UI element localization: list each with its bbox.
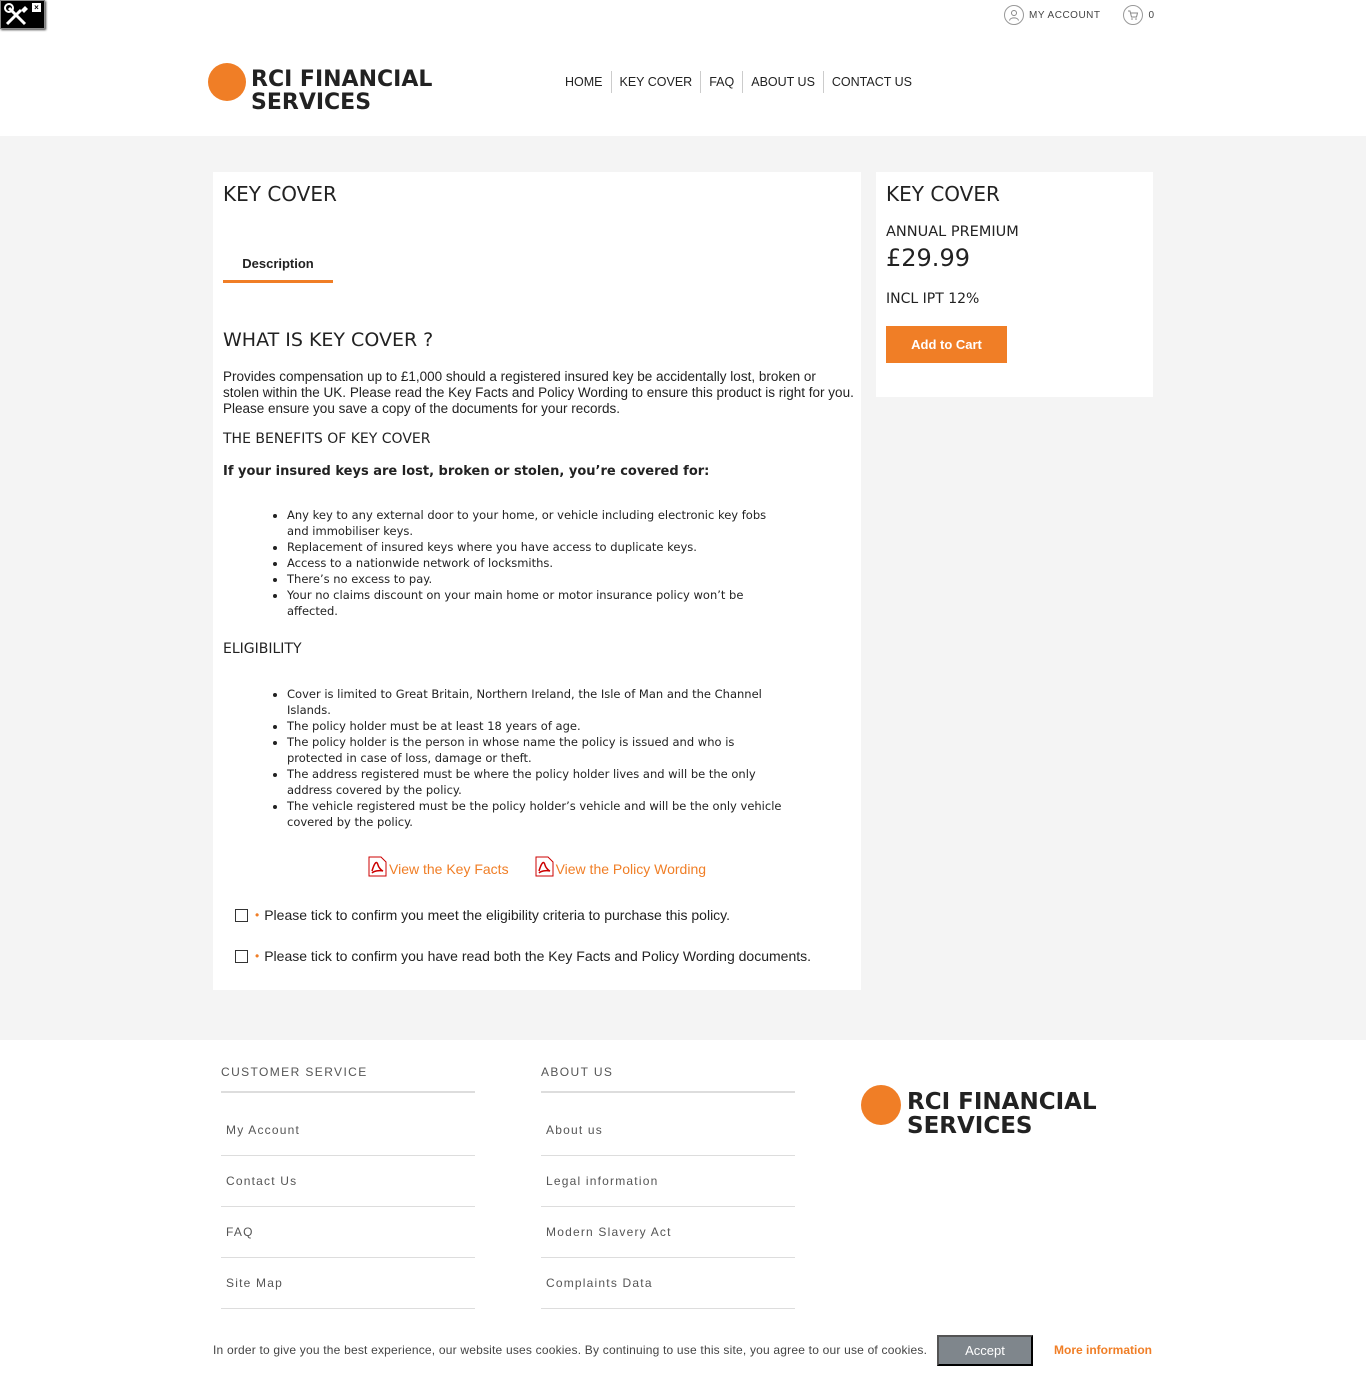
footer-link-my-account[interactable]: My Account <box>221 1093 475 1156</box>
header-logo[interactable]: RCI FINANCIAL SERVICES <box>208 50 432 114</box>
eligibility-heading: ELIGIBILITY <box>223 641 302 657</box>
list-item: The policy holder must be at least 18 ye… <box>287 718 787 734</box>
list-item: Your no claims discount on your main hom… <box>287 587 787 619</box>
footer-logo: RCI FINANCIAL SERVICES <box>861 1072 1097 1138</box>
intro-text: Provides compensation up to £1,000 shoul… <box>223 369 854 416</box>
documents-confirm-label: Please tick to confirm you have read bot… <box>264 948 812 964</box>
footer-link-faq[interactable]: FAQ <box>221 1207 475 1258</box>
list-item: The address registered must be where the… <box>287 766 787 798</box>
main-nav: HOME KEY COVER FAQ ABOUT US CONTACT US <box>557 71 920 93</box>
pdf-icon <box>368 856 387 877</box>
list-item: The policy holder is the person in whose… <box>287 734 787 766</box>
footer-customer-service: CUSTOMER SERVICE My Account Contact Us F… <box>221 1065 475 1309</box>
my-account-link[interactable]: MY ACCOUNT <box>1004 5 1101 25</box>
footer-link-legal[interactable]: Legal information <box>541 1156 795 1207</box>
list-item: The vehicle registered must be the polic… <box>287 798 787 830</box>
my-account-label: MY ACCOUNT <box>1029 9 1101 21</box>
footer-link-complaints[interactable]: Complaints Data <box>541 1258 795 1309</box>
pdf-icon <box>535 856 554 877</box>
product-title: KEY COVER <box>223 182 337 206</box>
cart-icon <box>1122 5 1143 25</box>
list-item: Replacement of insured keys where you ha… <box>287 539 787 555</box>
policy-wording-label: View the Policy Wording <box>555 861 707 877</box>
eligibility-confirm-label: Please tick to confirm you meet the elig… <box>264 907 731 923</box>
logo-dot <box>208 63 246 102</box>
covered-for-text: If your insured keys are lost, broken or… <box>223 464 710 479</box>
cart-link[interactable]: 0 <box>1122 5 1155 25</box>
cookie-more-link[interactable]: More information <box>1054 1343 1152 1357</box>
documents-checkbox[interactable] <box>235 949 248 963</box>
cookie-message: In order to give you the best experience… <box>213 1343 928 1357</box>
tools-icon <box>4 3 28 26</box>
documents-confirm-row[interactable]: • Please tick to confirm you have read b… <box>235 948 811 964</box>
footer-link-site-map[interactable]: Site Map <box>221 1258 475 1309</box>
nav-key-cover[interactable]: KEY COVER <box>610 71 701 93</box>
policy-wording-link[interactable]: View the Policy Wording <box>535 856 706 877</box>
cookie-accept-button[interactable]: Accept <box>937 1335 1033 1366</box>
logo-dot <box>861 1085 901 1126</box>
key-facts-link[interactable]: View the Key Facts <box>368 856 509 877</box>
eligibility-checkbox[interactable] <box>235 908 248 922</box>
tab-description[interactable]: Description <box>223 256 333 283</box>
logo-line-1: RCI FINANCIAL <box>251 67 433 92</box>
list-item: There’s no excess to pay. <box>287 571 787 587</box>
nav-contact-us[interactable]: CONTACT US <box>822 71 920 93</box>
eligibility-list: Cover is limited to Great Britain, North… <box>287 686 787 830</box>
document-links: View the Key Facts View the Policy Wordi… <box>368 856 706 877</box>
tools-widget[interactable]: × <box>0 0 45 29</box>
footer-heading: ABOUT US <box>541 1065 795 1093</box>
close-icon[interactable]: × <box>32 3 41 12</box>
required-marker: • <box>255 949 260 963</box>
benefits-heading: THE BENEFITS OF KEY COVER <box>223 431 431 447</box>
key-facts-label: View the Key Facts <box>389 861 509 877</box>
cookie-banner: In order to give you the best experience… <box>0 1335 1366 1366</box>
nav-about-us[interactable]: ABOUT US <box>742 71 823 93</box>
premium-label: ANNUAL PREMIUM <box>886 224 1019 240</box>
list-item: Any key to any external door to your hom… <box>287 507 787 539</box>
what-is-heading: WHAT IS KEY COVER ? <box>223 329 434 351</box>
sidebar-title: KEY COVER <box>886 182 1000 206</box>
required-marker: • <box>255 908 260 922</box>
footer-heading: CUSTOMER SERVICE <box>221 1065 475 1093</box>
footer-link-modern-slavery[interactable]: Modern Slavery Act <box>541 1207 795 1258</box>
top-utility-bar: MY ACCOUNT 0 <box>1004 4 1155 26</box>
purchase-panel: KEY COVER ANNUAL PREMIUM £29.99 INCL IPT… <box>876 172 1153 397</box>
list-item: Cover is limited to Great Britain, North… <box>287 686 787 718</box>
add-to-cart-button[interactable]: Add to Cart <box>886 326 1007 363</box>
list-item: Access to a nationwide network of locksm… <box>287 555 787 571</box>
nav-faq[interactable]: FAQ <box>700 71 742 93</box>
eligibility-confirm-row[interactable]: • Please tick to confirm you meet the el… <box>235 907 730 923</box>
logo-line-1: RCI FINANCIAL <box>907 1089 1097 1115</box>
logo-line-2: SERVICES <box>907 1113 1033 1140</box>
nav-home[interactable]: HOME <box>557 71 611 93</box>
logo-line-2: SERVICES <box>251 90 372 116</box>
cart-count: 0 <box>1148 9 1155 21</box>
footer-about-us: ABOUT US About us Legal information Mode… <box>541 1065 795 1309</box>
footer-link-contact-us[interactable]: Contact Us <box>221 1156 475 1207</box>
ipt-label: INCL IPT 12% <box>886 291 980 307</box>
benefits-list: Any key to any external door to your hom… <box>287 507 787 619</box>
price: £29.99 <box>886 244 970 272</box>
user-icon <box>1004 5 1024 25</box>
product-description-panel: KEY COVER Description WHAT IS KEY COVER … <box>213 172 861 990</box>
footer-link-about-us[interactable]: About us <box>541 1093 795 1156</box>
